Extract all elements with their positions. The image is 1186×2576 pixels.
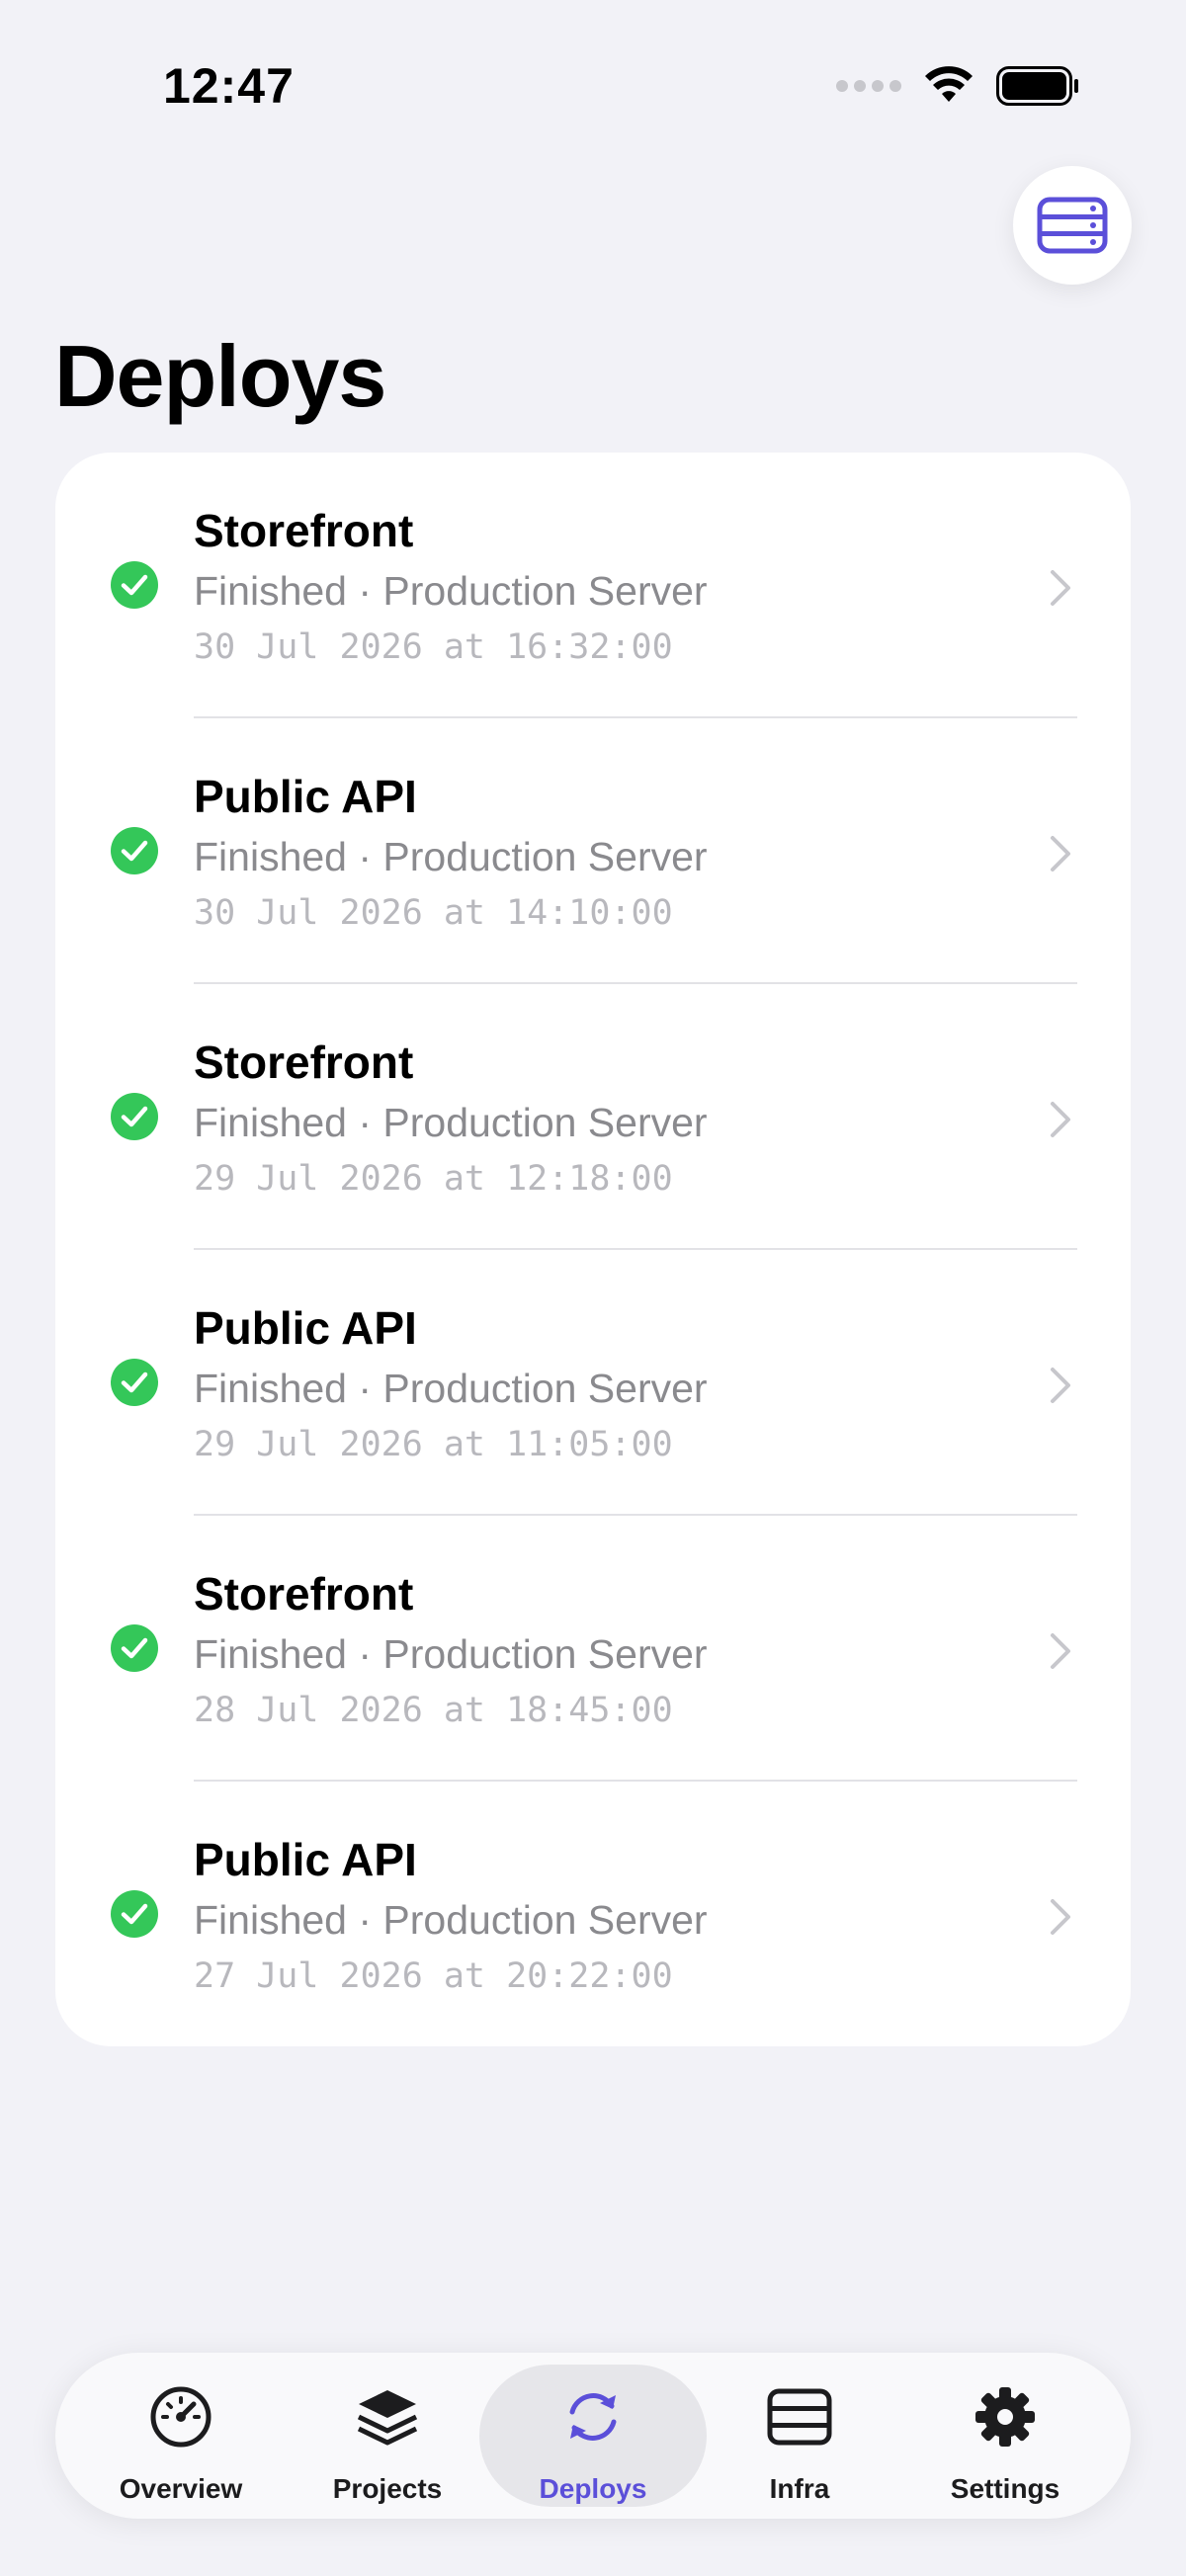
status-icons — [836, 61, 1079, 111]
deploy-status: Finished · Production Server — [194, 834, 708, 879]
check-circle-icon — [111, 561, 158, 609]
deploys-list: Storefront Finished · Production Server … — [55, 453, 1131, 2046]
tab-overview[interactable]: Overview — [67, 2365, 295, 2507]
deploy-timestamp: 28 Jul 2026 at 18:45:00 — [194, 1691, 673, 1730]
chevron-right-icon — [1051, 570, 1070, 606]
deploy-status: Finished · Production Server — [194, 1366, 708, 1411]
tab-label: Deploys — [539, 2473, 647, 2504]
tab-projects[interactable]: Projects — [274, 2365, 501, 2507]
deploy-row[interactable]: Public API Finished · Production Server … — [55, 1250, 1131, 1516]
tab-label: Infra — [769, 2473, 830, 2504]
deploy-row[interactable]: Storefront Finished · Production Server … — [55, 453, 1131, 718]
tab-bar: Overview Projects Deploys Infra Settings — [55, 2353, 1131, 2519]
deploy-timestamp: 29 Jul 2026 at 12:18:00 — [194, 1159, 673, 1199]
deploy-timestamp: 29 Jul 2026 at 11:05:00 — [194, 1425, 673, 1464]
status-time: 12:47 — [163, 58, 295, 114]
check-circle-icon — [111, 827, 158, 874]
deploy-row[interactable]: Storefront Finished · Production Server … — [55, 984, 1131, 1250]
deploy-status: Finished · Production Server — [194, 1631, 708, 1677]
deploy-row[interactable]: Public API Finished · Production Server … — [55, 1782, 1131, 2047]
server-rack-icon — [767, 2388, 832, 2446]
deploy-project-name: Public API — [194, 1302, 417, 1354]
gauge-icon — [150, 2386, 212, 2448]
stack-icon — [357, 2390, 418, 2446]
chevron-right-icon — [1051, 1633, 1070, 1669]
chevron-right-icon — [1051, 1102, 1070, 1137]
tab-label: Settings — [950, 2473, 1060, 2504]
deploy-project-name: Storefront — [194, 505, 414, 556]
tab-label: Projects — [332, 2473, 443, 2504]
check-circle-icon — [111, 1624, 158, 1672]
battery-icon — [996, 66, 1078, 106]
tab-deploys[interactable]: Deploys — [479, 2365, 707, 2507]
deploy-timestamp: 30 Jul 2026 at 16:32:00 — [194, 627, 673, 667]
server-rack-icon — [1037, 197, 1108, 254]
gear-icon — [975, 2387, 1035, 2447]
server-selector-button[interactable] — [1013, 166, 1132, 285]
chevron-right-icon — [1051, 1899, 1070, 1935]
cellular-signal-icon — [836, 80, 901, 92]
deploy-row[interactable]: Storefront Finished · Production Server … — [55, 1516, 1131, 1782]
wifi-icon — [925, 66, 973, 102]
deploy-status: Finished · Production Server — [194, 1100, 708, 1145]
deploy-project-name: Storefront — [194, 1037, 414, 1088]
tab-infra[interactable]: Infra — [686, 2365, 913, 2507]
deploy-status: Finished · Production Server — [194, 568, 708, 614]
tab-settings[interactable]: Settings — [891, 2365, 1119, 2507]
status-bar: 12:47 — [0, 0, 1186, 168]
check-circle-icon — [111, 1359, 158, 1406]
chevron-right-icon — [1051, 1368, 1070, 1403]
deploy-timestamp: 30 Jul 2026 at 14:10:00 — [194, 893, 673, 933]
check-circle-icon — [111, 1093, 158, 1140]
deploy-status: Finished · Production Server — [194, 1897, 708, 1943]
deploy-project-name: Public API — [194, 771, 417, 822]
tab-label: Overview — [119, 2473, 243, 2504]
chevron-right-icon — [1051, 836, 1070, 872]
deploy-project-name: Storefront — [194, 1568, 414, 1620]
deploy-project-name: Public API — [194, 1834, 417, 1885]
deploy-timestamp: 27 Jul 2026 at 20:22:00 — [194, 1956, 673, 1996]
check-circle-icon — [111, 1890, 158, 1938]
deploy-row[interactable]: Public API Finished · Production Server … — [55, 718, 1131, 984]
sync-arrows-icon — [569, 2393, 617, 2441]
page-title: Deploys — [54, 327, 386, 425]
